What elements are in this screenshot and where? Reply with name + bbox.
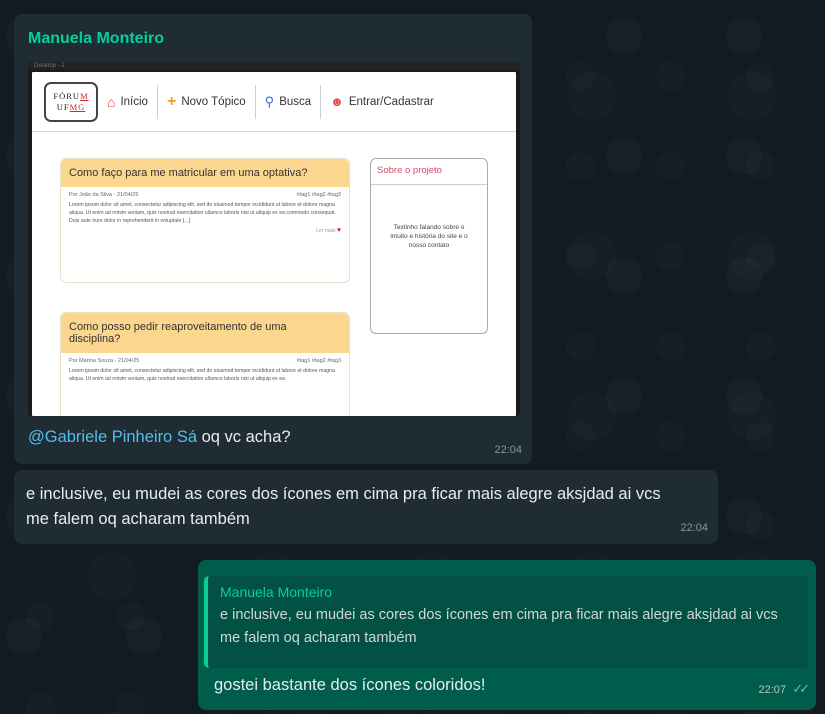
nav-new-topic: + Novo Tópico — [166, 92, 246, 110]
nav-login: ☻ Entrar/Cadastrar — [330, 94, 434, 109]
message-text: gostei bastante dos ícones coloridos! — [214, 676, 486, 694]
website-mockup: FÓRUM UFMG ⌂ Início + Novo Tópico ⚲ Busc… — [32, 72, 516, 416]
message-bubble-incoming[interactable]: Manuela Monteiro Desktop - 2 FÓRUM UFMG … — [14, 14, 532, 464]
post-title: Como posso pedir reaproveitamento de uma… — [61, 313, 349, 353]
post-meta: Por João da Silva - 21/04/25 #tag1 #tag2… — [69, 192, 341, 198]
read-more: Ler mais ♥ — [316, 227, 341, 234]
post-card: Como faço para me matricular em uma opta… — [60, 158, 350, 283]
site-navbar: FÓRUM UFMG ⌂ Início + Novo Tópico ⚲ Busc… — [32, 72, 516, 132]
image-frame-label: Desktop - 2 — [28, 62, 520, 70]
post-meta: Por Marina Souza - 21/04/25 #tag1 #tag2 … — [69, 358, 341, 364]
nav-search: ⚲ Busca — [264, 93, 312, 109]
post-card: Como posso pedir reaproveitamento de uma… — [60, 312, 350, 416]
post-title: Como faço para me matricular em uma opta… — [61, 159, 349, 187]
message-text: @Gabriele Pinheiro Sá oq vc acha? — [28, 428, 291, 446]
message-bubble-incoming[interactable]: e inclusive, eu mudei as cores dos ícone… — [14, 470, 718, 544]
heart-icon: ♥ — [336, 227, 341, 234]
about-project-box: Sobre o projeto Textinho falando sobre o… — [370, 158, 488, 334]
nav-home: ⌂ Início — [107, 93, 148, 110]
about-text: Textinho falando sobre o intuito e histó… — [390, 224, 468, 249]
post-body: Lorem ipsum dolor sit amet, consectetur … — [69, 202, 337, 224]
post-body: Lorem ipsum dolor sit amet, consectetur … — [69, 368, 335, 382]
quoted-message[interactable]: Manuela Monteiro e inclusive, eu mudei a… — [204, 576, 808, 668]
quoted-text: e inclusive, eu mudei as cores dos ícone… — [220, 607, 778, 646]
about-title: Sobre o projeto — [371, 159, 487, 185]
plus-icon: + — [166, 92, 177, 110]
sender-name[interactable]: Manuela Monteiro — [28, 30, 164, 48]
forum-logo: FÓRUM UFMG — [44, 81, 98, 122]
message-text: e inclusive, eu mudei as cores dos ícone… — [26, 485, 661, 528]
double-check-icon: ✓✓ — [792, 681, 810, 696]
user-icon: ☻ — [330, 94, 344, 109]
user-mention[interactable]: @Gabriele Pinheiro Sá — [28, 428, 197, 446]
quoted-sender: Manuela Monteiro — [220, 584, 333, 600]
message-bubble-outgoing[interactable]: Manuela Monteiro e inclusive, eu mudei a… — [198, 560, 816, 710]
search-icon: ⚲ — [264, 93, 275, 109]
home-icon: ⌂ — [107, 93, 116, 110]
message-time: 22:04 — [680, 522, 708, 534]
message-time: 22:04 — [494, 444, 522, 456]
shared-image[interactable]: Desktop - 2 FÓRUM UFMG ⌂ Início + Novo T… — [28, 62, 520, 416]
message-time: 22:07 — [758, 684, 786, 696]
